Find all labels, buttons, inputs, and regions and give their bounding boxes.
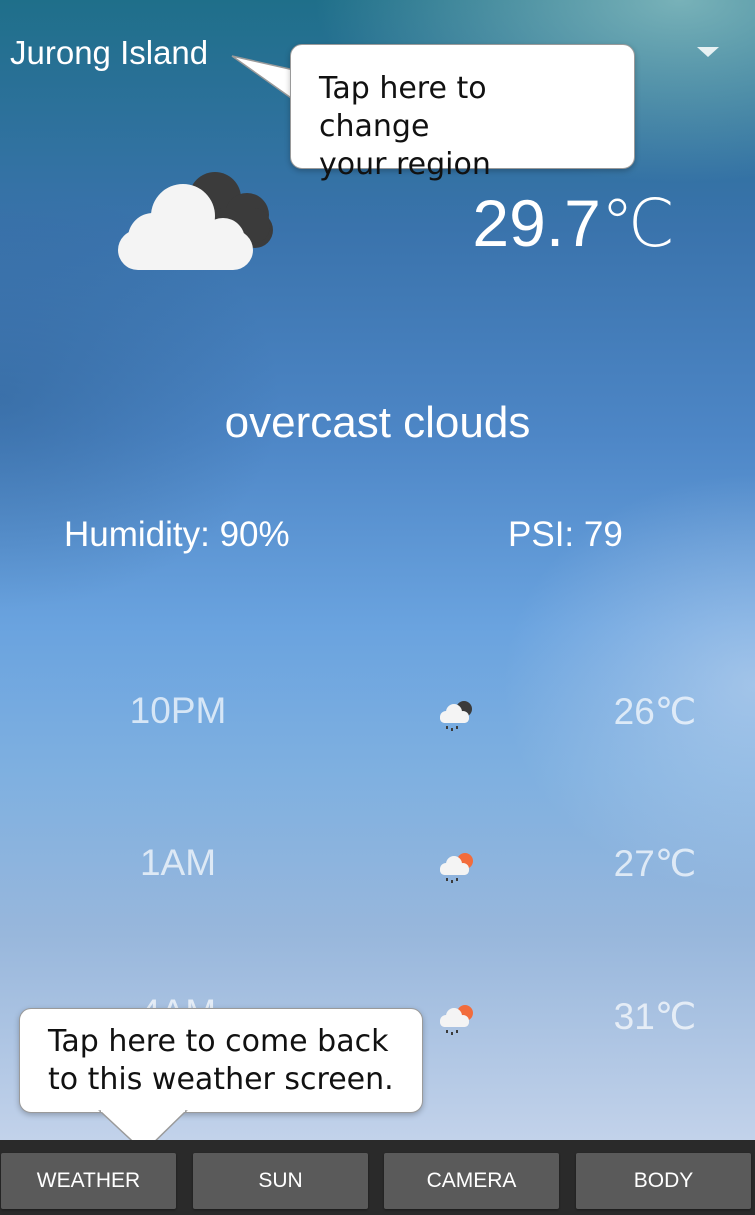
tab-weather[interactable]: WEATHER	[1, 1153, 176, 1209]
forecast-time: 10PM	[129, 690, 227, 731]
overcast-cloud-icon	[118, 172, 273, 270]
forecast-temp: 27℃	[613, 843, 697, 884]
forecast-time: 1AM	[139, 842, 217, 883]
tab-sun[interactable]: SUN	[193, 1153, 368, 1209]
sun-rain-cloud-icon	[440, 853, 473, 883]
current-temperature: 29.7℃	[472, 186, 675, 260]
region-tooltip: Tap here to change your region	[290, 44, 635, 182]
forecast-temp: 26℃	[613, 691, 697, 732]
tab-camera[interactable]: CAMERA	[384, 1153, 559, 1209]
weather-tab-tooltip: Tap here to come back to this weather sc…	[19, 1008, 423, 1113]
chevron-down-icon[interactable]	[697, 47, 719, 57]
tab-body[interactable]: BODY	[576, 1153, 751, 1209]
forecast-temp: 31℃	[613, 996, 697, 1037]
night-rain-cloud-icon	[440, 701, 472, 731]
weather-description: overcast clouds	[224, 398, 531, 447]
humidity-label: Humidity: 90%	[64, 515, 290, 554]
region-selector[interactable]: Jurong Island	[10, 34, 208, 72]
psi-label: PSI: 79	[508, 515, 623, 554]
sun-rain-cloud-icon	[440, 1005, 473, 1035]
callout-tail	[231, 55, 295, 102]
